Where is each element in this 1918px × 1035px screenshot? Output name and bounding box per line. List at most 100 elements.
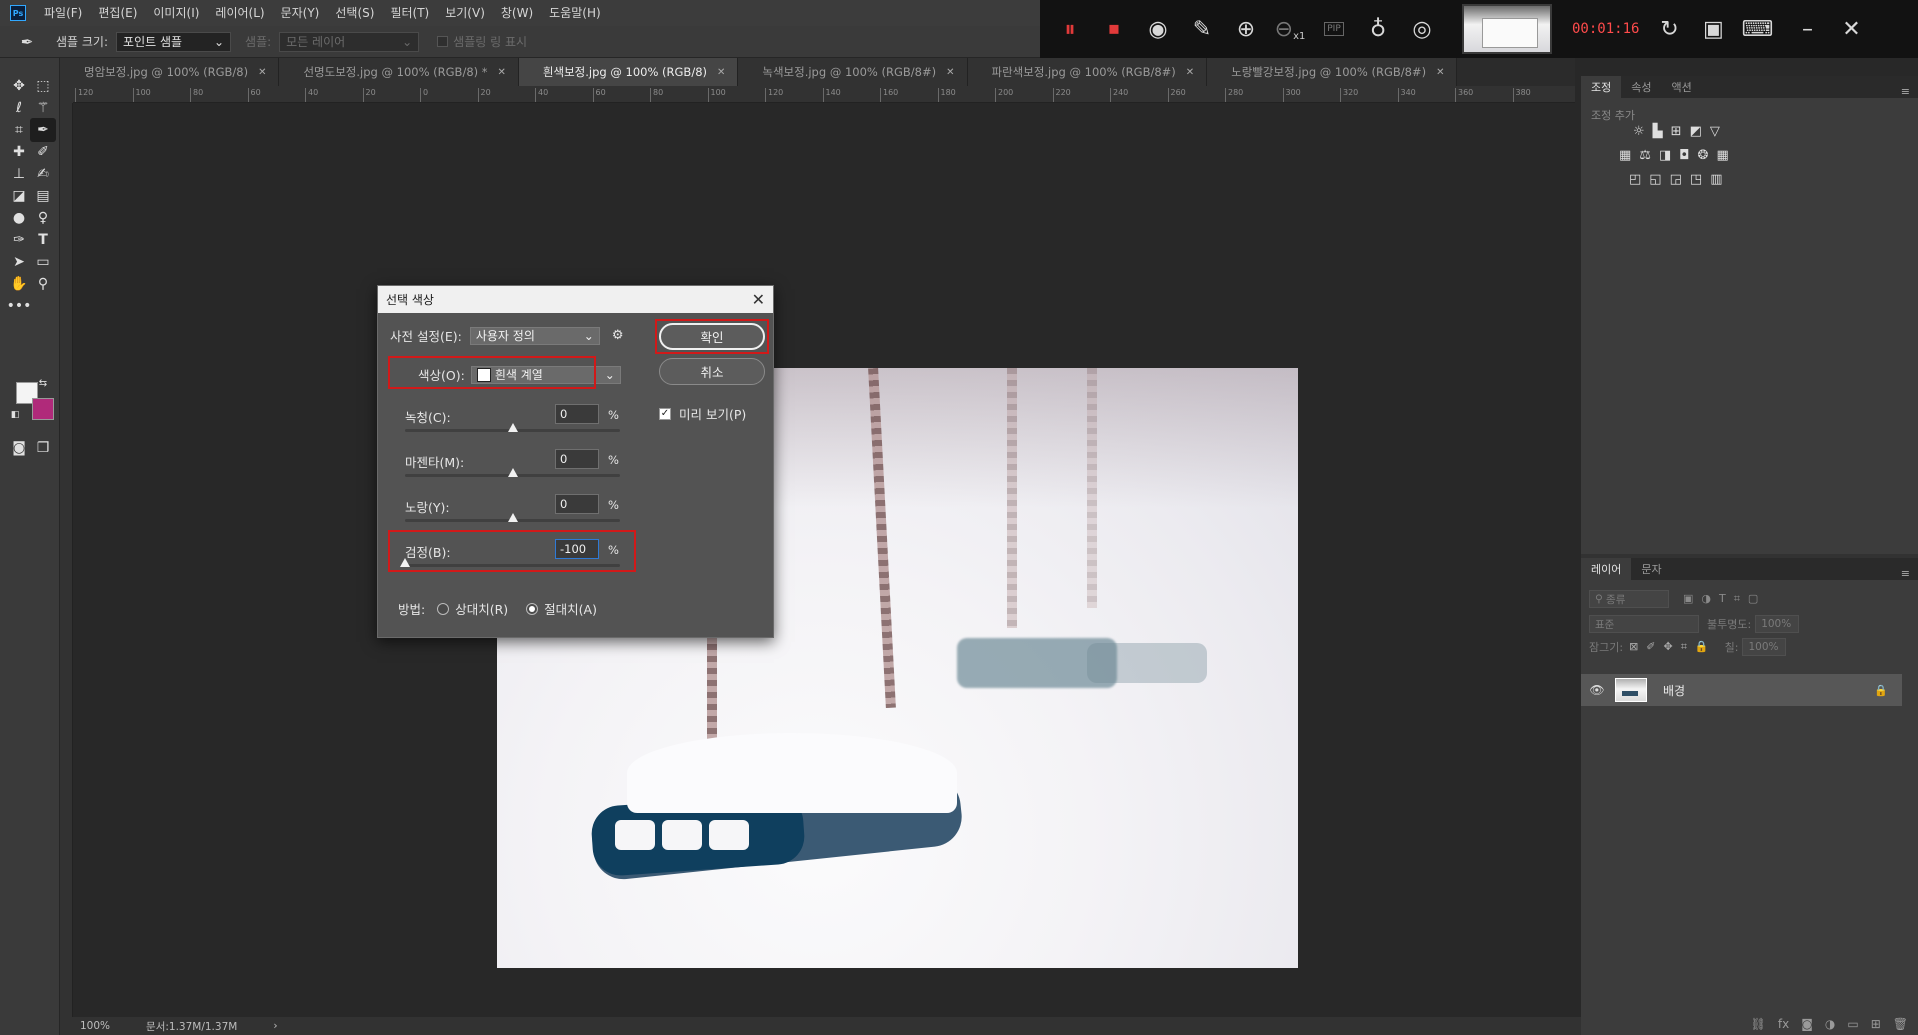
gradient-map-icon[interactable]: ▥ [1710,172,1722,187]
type-tool-icon[interactable]: T [30,228,56,252]
refresh-icon[interactable]: ↻ [1647,7,1691,51]
cursor-effect-icon[interactable]: ♁ [1356,7,1400,51]
tab-document[interactable]: 노랑빨강보정.jpg @ 100% (RGB/8#) ✕ [1207,58,1458,86]
levels-icon[interactable]: ▙ [1653,124,1663,139]
magic-wand-tool-icon[interactable]: ⚚ [30,96,56,120]
webcam-thumbnail[interactable] [1462,4,1552,54]
magenta-input[interactable]: 0 [555,449,599,469]
brush-tool-icon[interactable]: ✐ [30,140,56,164]
menu-filter[interactable]: 필터(T) [382,0,437,26]
black-slider[interactable] [400,558,620,567]
menu-window[interactable]: 창(W) [493,0,541,26]
close-tab-icon[interactable]: ✕ [1436,67,1444,78]
lock-icons[interactable]: ⊠✐✥⌗🔒 [1629,640,1717,654]
black-slider-thumb[interactable] [400,558,410,567]
preset-select[interactable]: 사용자 정의 ⌄ [469,326,600,345]
default-colors-icon[interactable]: ◧ [8,408,22,422]
tab-properties[interactable]: 속성 [1621,76,1661,98]
eraser-tool-icon[interactable]: ◪ [6,184,32,208]
healing-brush-tool-icon[interactable]: ✚ [6,140,32,164]
posterize-icon[interactable]: ◱ [1649,172,1661,187]
pencil-icon[interactable]: ✎ [1180,7,1224,51]
selective-color-icon[interactable]: ◳ [1690,172,1702,187]
hue-saturation-icon[interactable]: ▦ [1619,148,1631,163]
close-icon[interactable]: ✕ [752,290,765,309]
pen-tool-icon[interactable]: ✑ [6,228,32,252]
pause-icon[interactable]: ⏸ [1048,7,1092,51]
history-brush-tool-icon[interactable]: ✍ [30,162,56,186]
layer-row[interactable]: 👁 배경 🔒 [1581,674,1902,706]
menu-edit[interactable]: 편집(E) [90,0,145,26]
minimize-icon[interactable]: – [1785,7,1829,51]
keyboard-icon[interactable]: ⌨ [1735,7,1779,51]
blend-mode-select[interactable]: 표준 [1589,615,1699,633]
yellow-slider-thumb[interactable] [507,513,518,522]
more-tools-icon[interactable]: ••• [6,294,32,318]
preview-checkbox[interactable]: ✓ [659,407,671,420]
absolute-radio[interactable] [526,602,539,615]
channel-mixer-icon[interactable]: ❂ [1698,148,1709,163]
path-selection-tool-icon[interactable]: ➤ [6,250,32,274]
menu-image[interactable]: 이미지(I) [145,0,207,26]
menu-help[interactable]: 도움말(H) [541,0,609,26]
lasso-tool-icon[interactable]: ℓ [6,96,32,120]
curves-icon[interactable]: ⊞ [1671,124,1682,139]
color-lookup-icon[interactable]: ▦ [1716,148,1728,163]
eye-icon[interactable]: 👁 [1587,683,1607,697]
adjustment-layer-icon[interactable]: ◑ [1825,1017,1835,1031]
rectangle-tool-icon[interactable]: ▭ [30,250,56,274]
blur-tool-icon[interactable]: ● [6,206,32,230]
screen-mode-icon[interactable]: ❐ [30,436,56,460]
capture-region-icon[interactable]: ▣ [1691,7,1735,51]
colors-select[interactable]: 흰색 계열 ⌄ [470,365,621,384]
close-tab-icon[interactable]: ✕ [946,67,954,78]
panel-menu-icon[interactable]: ≡ [1901,85,1910,98]
tab-adjustments[interactable]: 조정 [1581,76,1622,98]
magenta-slider-thumb[interactable] [507,468,518,477]
tab-document[interactable]: 녹색보정.jpg @ 100% (RGB/8#) ✕ [738,58,968,86]
pip-icon[interactable]: PIP [1312,7,1356,51]
swap-colors-icon[interactable]: ⇆ [36,376,50,390]
vibrance-icon[interactable]: ▽ [1710,124,1720,139]
ok-button[interactable]: 확인 [659,323,765,350]
yellow-input[interactable]: 0 [555,494,599,514]
eye-icon[interactable]: ◎ [1400,7,1444,51]
brightness-icon[interactable]: ☼ [1633,124,1645,139]
menu-layer[interactable]: 레이어(L) [207,0,272,26]
link-icon[interactable]: ⛓ [1751,1017,1766,1031]
dodge-tool-icon[interactable]: ♀ [30,206,56,230]
canvas-area[interactable] [73,103,1575,1017]
gear-icon[interactable]: ⚙ [612,328,624,343]
layer-filter-select[interactable]: ⚲ 종류 [1589,590,1669,608]
trash-icon[interactable]: 🗑 [1893,1017,1908,1031]
screenshot-icon[interactable]: ◉ [1136,7,1180,51]
close-tab-icon[interactable]: ✕ [717,67,725,78]
cyan-slider-thumb[interactable] [507,423,518,432]
folder-icon[interactable]: ▭ [1847,1017,1858,1031]
move-tool-icon[interactable]: ✥ [6,74,32,98]
cancel-button[interactable]: 취소 [659,358,765,385]
close-icon[interactable]: ✕ [1829,7,1873,51]
marquee-tool-icon[interactable]: ⬚ [30,74,56,98]
relative-label[interactable]: 상대치(R) [455,599,508,618]
exposure-icon[interactable]: ◩ [1690,124,1702,139]
absolute-label[interactable]: 절대치(A) [544,599,597,618]
close-tab-icon[interactable]: ✕ [1186,67,1194,78]
chevron-right-icon[interactable]: › [273,1020,277,1032]
tab-actions[interactable]: 액션 [1662,76,1702,98]
tab-document[interactable]: 파란색보정.jpg @ 100% (RGB/8#) ✕ [967,58,1208,86]
tab-document[interactable]: 명암보정.jpg @ 100% (RGB/8) ✕ [60,58,280,86]
tab-document[interactable]: 선명도보정.jpg @ 100% (RGB/8) * ✕ [279,58,519,86]
close-tab-icon[interactable]: ✕ [258,67,266,78]
filter-icons[interactable]: ▣◑T⌗▢ [1683,592,1766,606]
stop-icon[interactable]: ⏹ [1092,7,1136,51]
zoom-tool-icon[interactable]: ⚲ [30,272,56,296]
zoom-out-icon[interactable]: ⊖ x1 [1268,7,1312,51]
tab-document-active[interactable]: 흰색보정.jpg @ 100% (RGB/8) ✕ [518,58,739,86]
sample-size-select[interactable]: 포인트 샘플 ⌄ [116,31,232,52]
black-input[interactable]: -100 [555,539,599,559]
fill-input[interactable]: 100% [1742,638,1787,656]
background-color-swatch[interactable] [32,398,54,420]
menu-view[interactable]: 보기(V) [437,0,493,26]
photo-filter-icon[interactable]: ◘ [1679,148,1689,163]
